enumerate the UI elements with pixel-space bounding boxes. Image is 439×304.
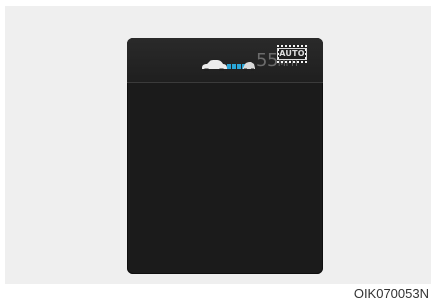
set-speed-value: 55 xyxy=(256,50,278,71)
lead-vehicle-car-icon xyxy=(243,62,255,71)
auto-mode-badge: AUTO xyxy=(277,45,307,63)
instrument-cluster-display: 55MPH AUTO xyxy=(127,38,323,274)
cruise-status-bar: 55MPH AUTO xyxy=(127,38,323,82)
own-vehicle-car-icon xyxy=(202,60,227,71)
figure-code-caption: OIK070053N xyxy=(353,286,429,301)
status-divider xyxy=(127,82,323,83)
auto-badge-label: AUTO xyxy=(277,48,307,60)
